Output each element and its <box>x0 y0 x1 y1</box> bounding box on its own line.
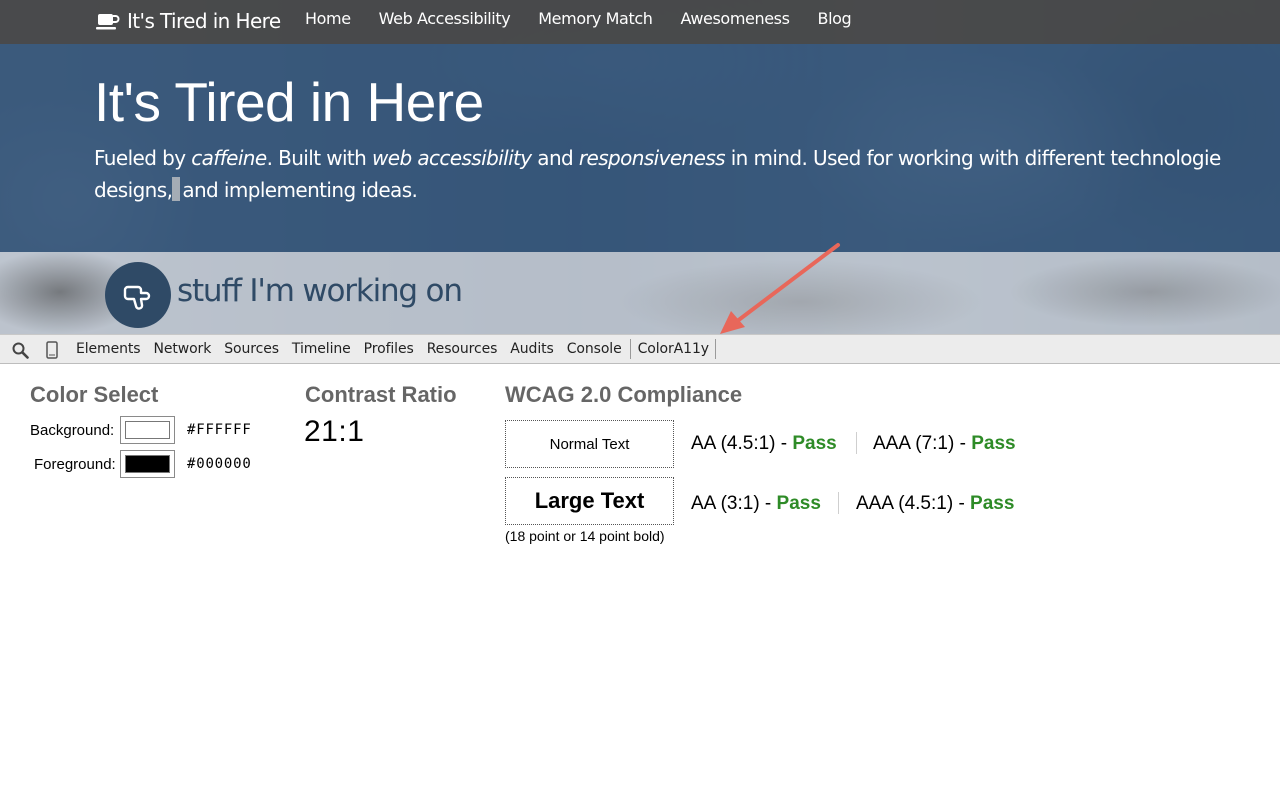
site-logo[interactable]: It's Tired in Here <box>96 7 281 35</box>
large-aa-label: AA (3:1) - <box>691 493 777 514</box>
tagline-text: and implementing ideas. <box>182 178 418 202</box>
tagline-text: Fueled by <box>94 146 192 170</box>
hero-banner: It's Tired in Here Fueled by caffeine. B… <box>0 44 1280 252</box>
tagline-emphasis: caffeine <box>191 146 267 170</box>
hero-title: It's Tired in Here <box>94 71 484 133</box>
tab-network[interactable]: Network <box>146 335 217 363</box>
normal-aaa-result: AAA (7:1) - Pass <box>873 433 1016 455</box>
tab-console[interactable]: Console <box>560 335 628 363</box>
large-text-sample: Large Text <box>505 477 674 525</box>
tab-timeline[interactable]: Timeline <box>285 335 357 363</box>
normal-aaa-status: Pass <box>971 433 1016 454</box>
site-navbar: It's Tired in Here Home Web Accessibilit… <box>0 0 1280 44</box>
nav-web-accessibility[interactable]: Web Accessibility <box>379 9 511 28</box>
normal-aa-label: AA (4.5:1) - <box>691 433 793 454</box>
tagline-text: designs, <box>94 178 173 202</box>
foreground-color-picker[interactable] <box>120 450 175 478</box>
tab-resources[interactable]: Resources <box>420 335 504 363</box>
devtools-toolbar: Elements Network Sources Timeline Profil… <box>0 334 1280 364</box>
mobile-device-icon[interactable] <box>46 341 58 359</box>
tagline-emphasis: responsiveness <box>578 146 726 170</box>
color-select-heading: Color Select <box>30 382 159 407</box>
nav-blog[interactable]: Blog <box>818 9 852 28</box>
result-divider <box>838 492 839 514</box>
normal-aa-result: AA (4.5:1) - Pass <box>691 433 837 455</box>
large-aa-status: Pass <box>776 493 821 514</box>
normal-aaa-label: AAA (7:1) - <box>873 433 972 454</box>
foreground-hex-value: #000000 <box>187 456 252 472</box>
text-cursor <box>172 177 181 201</box>
tagline-emphasis: web accessibility <box>372 146 532 170</box>
nav-memory-match[interactable]: Memory Match <box>538 9 653 28</box>
large-text-note: (18 point or 14 point bold) <box>505 528 665 544</box>
coffee-cup-icon <box>96 14 120 30</box>
nav-home[interactable]: Home <box>305 9 351 28</box>
background-hex-value: #FFFFFF <box>187 422 252 438</box>
normal-text-sample: Normal Text <box>505 420 674 468</box>
devtools-tabs: Elements Network Sources Timeline Profil… <box>69 335 716 363</box>
large-aaa-status: Pass <box>970 493 1015 514</box>
background-swatch <box>125 421 170 439</box>
foreground-swatch <box>125 455 170 473</box>
tab-profiles[interactable]: Profiles <box>357 335 420 363</box>
tab-audits[interactable]: Audits <box>503 335 559 363</box>
tagline-text: . Built with <box>266 146 373 170</box>
wcag-heading: WCAG 2.0 Compliance <box>505 382 743 407</box>
pointing-hand-icon <box>123 285 151 310</box>
background-label: Background: <box>30 422 115 439</box>
hero-tagline: Fueled by caffeine. Built with web acces… <box>94 142 1280 206</box>
logo-text: It's Tired in Here <box>127 9 281 33</box>
large-aaa-result: AAA (4.5:1) - Pass <box>856 493 1014 515</box>
nav-awesomeness[interactable]: Awesomeness <box>680 9 789 28</box>
tab-colora11y[interactable]: ColorA11y <box>629 339 716 359</box>
tagline-text: in mind. Used for working with different… <box>724 146 1222 170</box>
section-title: stuff I'm working on <box>177 273 463 309</box>
result-divider <box>856 432 857 454</box>
large-aaa-label: AAA (4.5:1) - <box>856 493 971 514</box>
large-aa-result: AA (3:1) - Pass <box>691 493 821 515</box>
search-icon[interactable] <box>12 342 29 359</box>
tab-elements[interactable]: Elements <box>69 335 146 363</box>
tab-sources[interactable]: Sources <box>217 335 285 363</box>
foreground-label: Foreground: <box>34 456 116 473</box>
contrast-ratio-value: 21:1 <box>304 415 365 448</box>
site-nav-links: Home Web Accessibility Memory Match Awes… <box>305 9 879 28</box>
normal-aa-status: Pass <box>792 433 837 454</box>
contrast-ratio-heading: Contrast Ratio <box>305 382 457 407</box>
background-color-picker[interactable] <box>120 416 175 444</box>
tagline-text: and <box>531 146 579 170</box>
section-icon-circle <box>105 262 171 328</box>
